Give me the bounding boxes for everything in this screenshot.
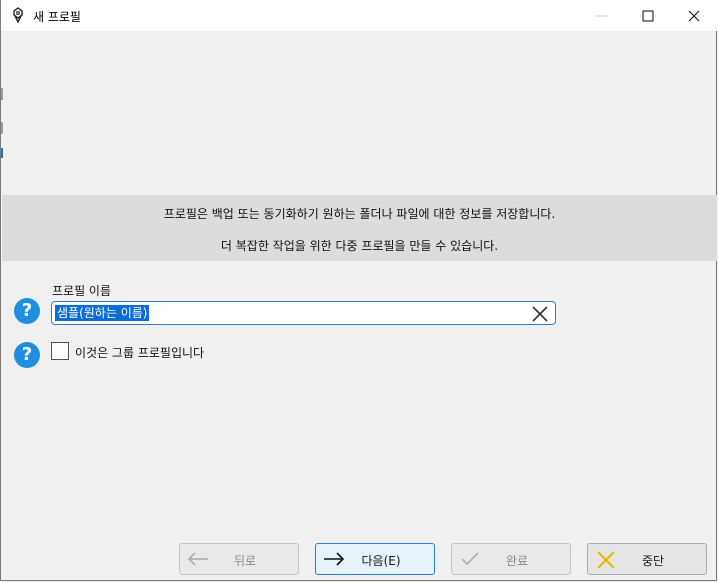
left-edge-artifact [1,88,3,158]
finish-button-label: 완료 [505,554,529,568]
finish-button[interactable]: 완료 [451,543,571,575]
profile-name-label: 프로필 이름 [52,284,112,298]
abort-button-label: 중단 [641,554,665,568]
group-help-icon[interactable]: ? [14,342,40,368]
profile-name-input[interactable]: 샘플(원하는 이름) [51,301,556,325]
minimize-button[interactable] [579,0,625,31]
app-logo-icon [13,7,23,23]
next-button-label: 다음(E) [361,554,401,568]
group-profile-checkbox[interactable] [51,342,69,360]
profile-name-value: 샘플(원하는 이름) [55,305,150,321]
name-help-icon[interactable]: ? [14,298,40,324]
window-title: 새 프로필 [33,10,81,24]
title-bar: 새 프로필 [1,0,718,31]
info-text-line1: 프로필은 백업 또는 동기화하기 원하는 폴더나 파일에 대한 정보를 저장합니… [163,207,556,221]
next-button[interactable]: 다음(E) [315,543,435,575]
info-band: 프로필은 백업 또는 동기화하기 원하는 폴더나 파일에 대한 정보를 저장합니… [2,195,717,261]
info-text-line2: 더 복잡한 작업을 위한 다중 프로필을 만들 수 있습니다. [220,239,499,253]
group-profile-label[interactable]: 이것은 그룹 프로필입니다 [75,344,204,361]
maximize-button[interactable] [625,0,671,31]
minimize-icon [596,15,607,17]
maximize-icon [642,10,654,22]
back-button-label: 뒤로 [233,554,257,568]
abort-button[interactable]: 중단 [587,543,707,575]
new-profile-dialog: 새 프로필 프로필은 백업 또는 동기화하기 원하는 폴더나 파일에 대한 정보… [0,0,718,581]
close-button[interactable] [671,0,717,31]
back-button[interactable]: 뒤로 [179,543,299,575]
clear-input-icon[interactable] [531,305,549,323]
close-icon [688,10,700,22]
